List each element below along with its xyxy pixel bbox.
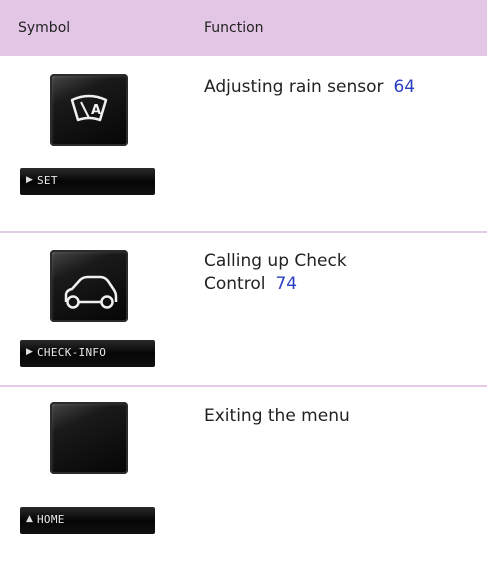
table-row: ▲ HOME Exiting the menu [0,387,487,575]
triangle-right-icon: ▶ [26,347,33,357]
function-description: Adjusting rain sensor 64 [204,76,415,99]
check-control-button [50,250,128,322]
softkey-label: HOME [37,513,65,526]
function-text-line1: Calling up Check [204,251,347,271]
car-icon [64,275,118,309]
softkey-label: SET [37,174,58,187]
svg-text:A: A [91,103,101,118]
function-text-line2: Control [204,274,266,294]
symbol-column-header: Symbol [18,20,71,36]
page-reference-link[interactable]: 64 [393,77,415,97]
table-row: ▶ CHECK-INFO Calling up Check Control 74 [0,233,487,385]
function-text: Exiting the menu [204,406,350,426]
function-description: Exiting the menu [204,405,350,428]
rain-sensor-button: A [50,74,128,146]
triangle-right-icon: ▶ [26,175,33,185]
function-text: Adjusting rain sensor [204,77,384,97]
windshield-wiper-auto-icon: A [70,94,108,122]
function-column-header: Function [204,20,264,36]
function-description: Calling up Check Control 74 [204,250,347,296]
table-header: Symbol Function [0,0,487,56]
set-softkey: ▶ SET [20,168,155,195]
table-row: A ▶ SET Adjusting rain sensor 64 [0,56,487,232]
check-info-softkey: ▶ CHECK-INFO [20,340,155,367]
page-reference-link[interactable]: 74 [275,274,297,294]
softkey-label: CHECK-INFO [37,346,107,359]
triangle-up-icon: ▲ [26,514,33,524]
home-button [50,402,128,474]
home-softkey: ▲ HOME [20,507,155,534]
blank-button-icon [50,402,128,474]
